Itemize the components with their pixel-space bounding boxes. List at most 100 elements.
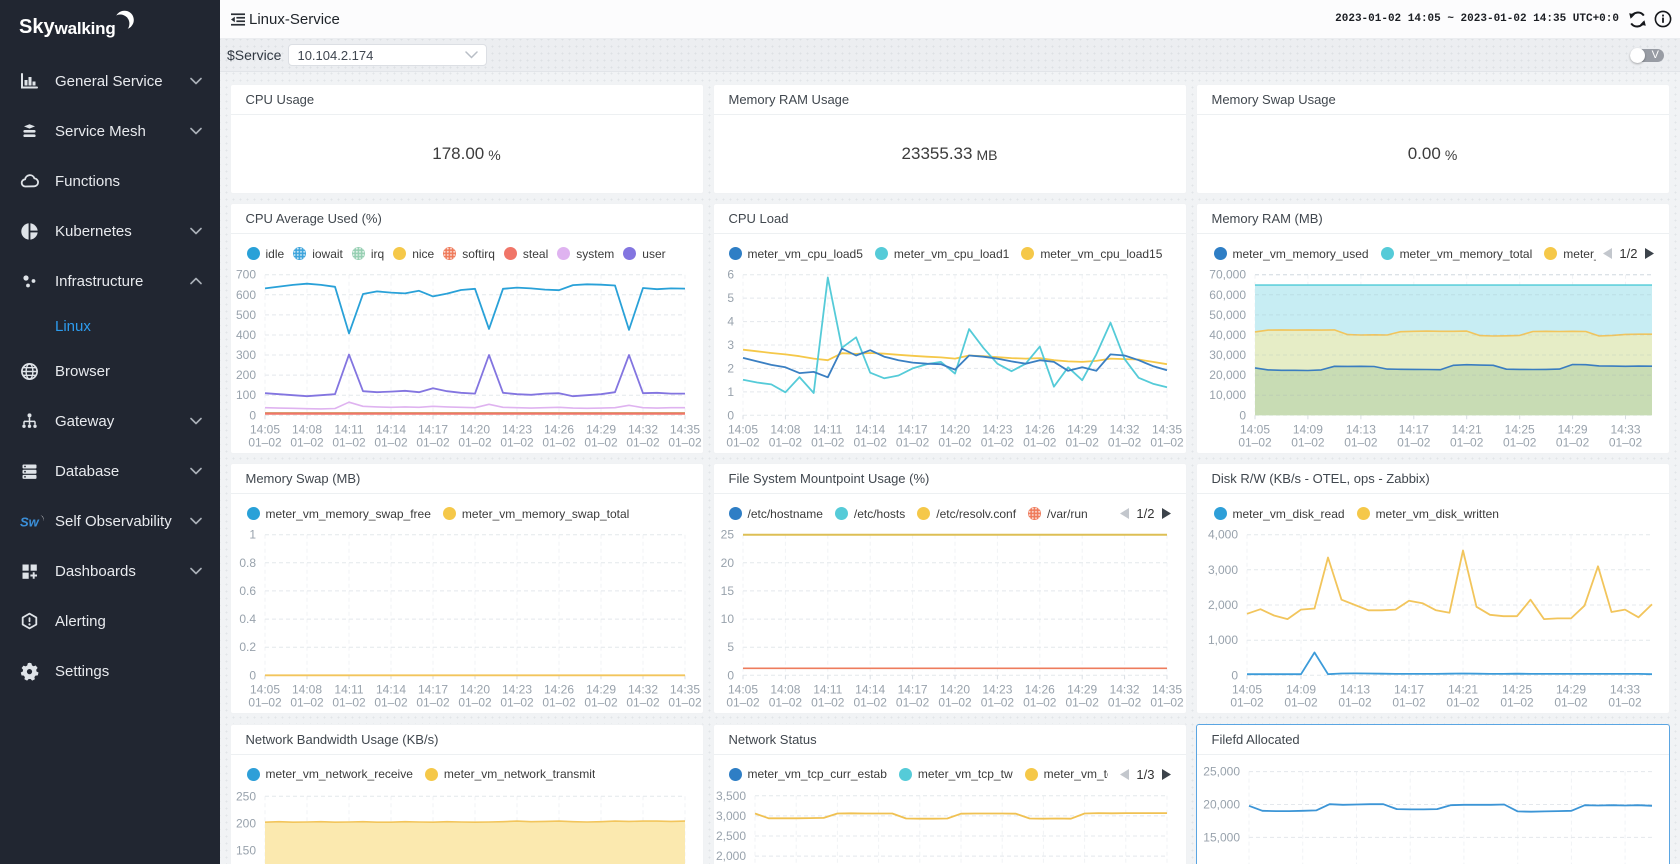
svg-text:01–02: 01–02: [1500, 696, 1534, 710]
svg-text:01–02: 01–02: [895, 696, 929, 710]
svg-text:0: 0: [727, 668, 734, 682]
svg-text:01–02: 01–02: [1238, 436, 1272, 450]
svg-text:20: 20: [720, 556, 734, 570]
svg-text:01–02: 01–02: [1065, 436, 1099, 450]
svg-text:01–02: 01–02: [1554, 696, 1588, 710]
svg-text:01–02: 01–02: [290, 436, 324, 450]
svg-text:01–02: 01–02: [374, 436, 408, 450]
svg-text:01–02: 01–02: [1608, 436, 1642, 450]
svg-text:14:05: 14:05: [249, 683, 279, 697]
svg-text:3,500: 3,500: [715, 788, 745, 802]
svg-text:14:09: 14:09: [1285, 683, 1315, 697]
svg-text:01–02: 01–02: [726, 436, 760, 450]
svg-text:14:05: 14:05: [1239, 423, 1269, 437]
svg-text:01–02: 01–02: [1023, 696, 1057, 710]
svg-text:14:08: 14:08: [770, 423, 800, 437]
svg-text:01–02: 01–02: [938, 696, 972, 710]
svg-text:50,000: 50,000: [1209, 308, 1246, 322]
svg-text:01–02: 01–02: [458, 696, 492, 710]
svg-text:2,000: 2,000: [1207, 598, 1237, 612]
svg-text:01–02: 01–02: [1291, 436, 1325, 450]
svg-text:01–02: 01–02: [542, 696, 576, 710]
svg-text:01–02: 01–02: [1150, 696, 1184, 710]
svg-text:14:14: 14:14: [855, 423, 885, 437]
svg-text:14:14: 14:14: [855, 683, 885, 697]
svg-text:14:26: 14:26: [1024, 683, 1054, 697]
svg-text:14:17: 14:17: [897, 683, 927, 697]
svg-text:14:26: 14:26: [1024, 423, 1054, 437]
svg-text:14:13: 14:13: [1345, 423, 1375, 437]
svg-text:10: 10: [720, 612, 734, 626]
svg-text:01–02: 01–02: [584, 696, 618, 710]
svg-text:14:20: 14:20: [939, 423, 969, 437]
svg-text:5: 5: [727, 291, 734, 305]
svg-text:4,000: 4,000: [1207, 528, 1237, 542]
svg-text:14:23: 14:23: [982, 423, 1012, 437]
svg-text:70,000: 70,000: [1209, 268, 1246, 282]
svg-text:01–02: 01–02: [1344, 436, 1378, 450]
svg-text:01–02: 01–02: [1150, 436, 1184, 450]
svg-text:0: 0: [727, 408, 734, 422]
svg-text:01–02: 01–02: [416, 696, 450, 710]
svg-text:14:11: 14:11: [813, 683, 842, 697]
svg-text:30,000: 30,000: [1209, 348, 1246, 362]
svg-text:14:11: 14:11: [334, 423, 363, 437]
svg-text:14:17: 14:17: [1393, 683, 1423, 697]
svg-text:400: 400: [235, 328, 255, 342]
svg-text:0: 0: [1239, 408, 1246, 422]
svg-text:01–02: 01–02: [1065, 696, 1099, 710]
svg-text:700: 700: [235, 268, 255, 282]
svg-text:200: 200: [235, 368, 255, 382]
svg-text:01–02: 01–02: [1338, 696, 1372, 710]
svg-text:14:20: 14:20: [459, 423, 489, 437]
svg-text:01–02: 01–02: [1392, 696, 1426, 710]
svg-text:14:25: 14:25: [1501, 683, 1531, 697]
svg-text:14:09: 14:09: [1292, 423, 1322, 437]
svg-text:01–02: 01–02: [668, 436, 702, 450]
svg-text:01–02: 01–02: [1608, 696, 1642, 710]
svg-text:60,000: 60,000: [1209, 288, 1246, 302]
svg-text:25,000: 25,000: [1203, 764, 1240, 778]
svg-text:100: 100: [235, 388, 255, 402]
svg-text:600: 600: [235, 288, 255, 302]
svg-text:01–02: 01–02: [584, 436, 618, 450]
svg-text:3,000: 3,000: [1207, 563, 1237, 577]
svg-text:14:29: 14:29: [1557, 423, 1587, 437]
svg-text:14:20: 14:20: [939, 683, 969, 697]
svg-text:14:13: 14:13: [1339, 683, 1369, 697]
svg-text:3,000: 3,000: [715, 808, 745, 822]
svg-text:14:17: 14:17: [417, 683, 447, 697]
svg-text:14:26: 14:26: [543, 683, 573, 697]
svg-text:01–02: 01–02: [938, 436, 972, 450]
svg-text:20,000: 20,000: [1209, 368, 1246, 382]
svg-text:01–02: 01–02: [1555, 436, 1589, 450]
svg-text:14:23: 14:23: [501, 683, 531, 697]
svg-text:15,000: 15,000: [1203, 830, 1240, 844]
svg-text:0.4: 0.4: [239, 612, 256, 626]
svg-text:14:32: 14:32: [627, 423, 657, 437]
svg-text:0: 0: [1231, 668, 1238, 682]
svg-text:01–02: 01–02: [980, 696, 1014, 710]
svg-text:14:05: 14:05: [727, 683, 757, 697]
svg-text:01–02: 01–02: [500, 436, 534, 450]
svg-text:01–02: 01–02: [290, 696, 324, 710]
svg-text:01–02: 01–02: [1450, 436, 1484, 450]
svg-text:15: 15: [720, 584, 734, 598]
svg-text:01–02: 01–02: [248, 696, 282, 710]
svg-text:01–02: 01–02: [1107, 436, 1141, 450]
svg-text:01–02: 01–02: [811, 696, 845, 710]
svg-text:1,000: 1,000: [1207, 633, 1237, 647]
svg-text:500: 500: [235, 308, 255, 322]
svg-text:14:14: 14:14: [375, 423, 405, 437]
svg-text:14:23: 14:23: [501, 423, 531, 437]
svg-text:01–02: 01–02: [458, 436, 492, 450]
svg-text:14:21: 14:21: [1447, 683, 1477, 697]
svg-text:14:33: 14:33: [1609, 683, 1639, 697]
svg-text:2: 2: [727, 361, 734, 375]
svg-text:01–02: 01–02: [248, 436, 282, 450]
svg-text:14:35: 14:35: [669, 423, 699, 437]
svg-text:14:05: 14:05: [1231, 683, 1261, 697]
svg-text:01–02: 01–02: [895, 436, 929, 450]
svg-text:01–02: 01–02: [626, 436, 660, 450]
svg-text:01–02: 01–02: [626, 696, 660, 710]
